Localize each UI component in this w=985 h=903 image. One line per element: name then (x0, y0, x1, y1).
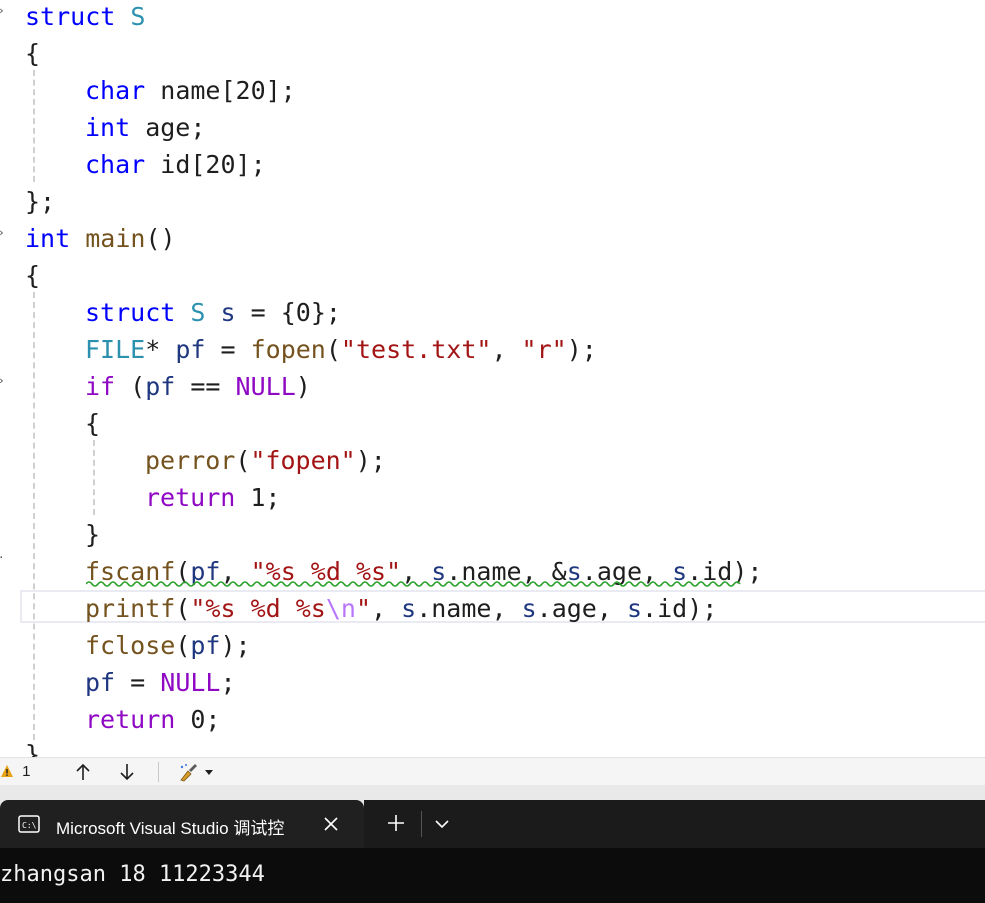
close-icon[interactable] (323, 816, 339, 832)
code-line[interactable]: › if (pf == NULL) (0, 370, 985, 407)
warning-icon (1, 765, 13, 777)
fold-marker[interactable]: › (0, 227, 5, 238)
code-line[interactable]: perror("fopen"); (0, 444, 985, 481)
arrow-up-icon (76, 763, 90, 780)
code-line[interactable]: fclose(pf); (0, 629, 985, 666)
code-line[interactable]: } (0, 738, 985, 757)
code-cleanup-button[interactable] (178, 762, 214, 782)
code-editor[interactable]: › struct S { char name[20]; int age; cha… (0, 0, 985, 757)
code-line[interactable]: int age; (0, 111, 985, 148)
keyword-int: int (85, 113, 131, 142)
code-line[interactable]: struct S s = {0}; (0, 296, 985, 333)
code-line[interactable]: { (0, 259, 985, 296)
code-line[interactable]: return 1; (0, 481, 985, 518)
code-line[interactable]: { (0, 407, 985, 444)
code-line[interactable]: { (0, 37, 985, 74)
code-line[interactable]: }; (0, 185, 985, 222)
console-tab-title: Microsoft Visual Studio 调试控 (56, 819, 285, 838)
arrow-down-icon (120, 764, 134, 781)
code-line[interactable]: › int main() (0, 222, 985, 259)
fold-marker[interactable]: · (0, 552, 5, 563)
previous-issue-button[interactable] (74, 762, 92, 782)
chevron-down-icon (205, 770, 214, 775)
plus-icon[interactable] (386, 813, 406, 833)
tab-strip (364, 800, 985, 848)
warning-indicator[interactable]: 1 (0, 762, 31, 782)
keyword-struct: struct (25, 2, 116, 31)
console-tab[interactable]: C:\ Microsoft Visual Studio 调试控 (0, 800, 364, 848)
code-line[interactable]: char id[20]; (0, 148, 985, 185)
code-line[interactable]: printf("%s %d %s\n", s.name, s.age, s.id… (0, 592, 985, 629)
next-issue-button[interactable] (118, 762, 136, 782)
code-line[interactable]: pf = NULL; (0, 666, 985, 703)
function-name: main (85, 224, 146, 253)
code-line[interactable]: › struct S (0, 0, 985, 37)
fold-marker[interactable]: › (0, 375, 5, 386)
editor-status-bar: 1 (0, 757, 985, 786)
svg-text:C:\: C:\ (22, 821, 37, 830)
warning-squiggle (86, 581, 741, 587)
chevron-down-icon[interactable] (434, 816, 450, 832)
code-line[interactable]: FILE* pf = fopen("test.txt", "r"); (0, 333, 985, 370)
keyword-char: char (85, 76, 146, 105)
keyword-int: int (25, 224, 71, 253)
keyword-char: char (85, 150, 146, 179)
console-output: zhangsan 18 11223344 (0, 862, 265, 887)
code-line[interactable]: } (0, 518, 985, 555)
tab-divider (421, 811, 422, 837)
code-line[interactable]: return 0; (0, 703, 985, 740)
brush-icon (180, 764, 197, 782)
status-separator (158, 762, 159, 782)
code-line[interactable]: char name[20]; (0, 74, 985, 111)
type-name: S (130, 2, 146, 31)
warning-count: 1 (22, 763, 31, 780)
fold-marker[interactable]: › (0, 5, 5, 16)
terminal-icon: C:\ (18, 815, 40, 833)
